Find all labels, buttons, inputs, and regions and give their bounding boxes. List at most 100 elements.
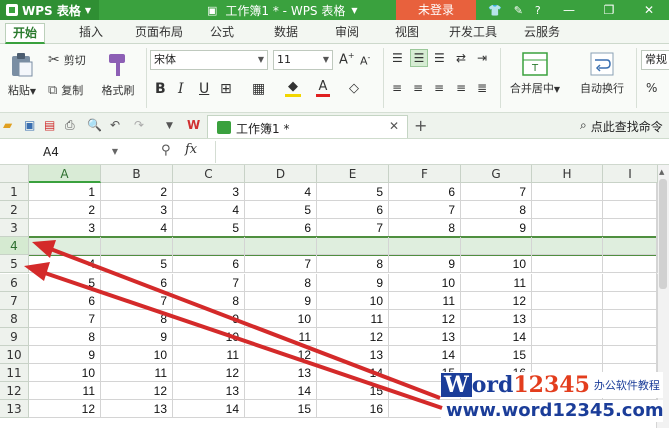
merge-center-button[interactable]: T 合并居中▼ bbox=[506, 52, 564, 96]
cell-f10[interactable]: 14 bbox=[389, 345, 461, 364]
cell-b2[interactable]: 3 bbox=[101, 201, 173, 220]
fx-icon[interactable]: fx bbox=[185, 142, 197, 157]
font-color-icon[interactable]: A bbox=[316, 79, 330, 97]
cell-d2[interactable]: 5 bbox=[245, 201, 317, 220]
row-header-7[interactable]: 7 bbox=[0, 291, 29, 310]
cell-b5[interactable]: 5 bbox=[101, 255, 173, 274]
row-header-11[interactable]: 11 bbox=[0, 364, 29, 383]
cell-g7[interactable]: 12 bbox=[461, 291, 532, 310]
cell-i3[interactable] bbox=[603, 219, 658, 238]
distribute-icon[interactable]: ≣ bbox=[477, 81, 487, 95]
tab-view[interactable]: 视图 bbox=[387, 23, 427, 44]
column-header-e[interactable]: E bbox=[317, 165, 389, 183]
close-icon[interactable]: ✕ bbox=[389, 119, 399, 133]
align-bottom-icon[interactable]: ☰ bbox=[434, 51, 445, 65]
cell-a12[interactable]: 11 bbox=[29, 382, 101, 401]
cell-b8[interactable]: 8 bbox=[101, 309, 173, 328]
cell-c5[interactable]: 6 bbox=[173, 255, 245, 274]
copy-button[interactable]: ⧉ 复制 bbox=[48, 82, 83, 98]
cell-h7[interactable] bbox=[532, 291, 603, 310]
restore-button[interactable]: ❐ bbox=[589, 0, 629, 20]
cell-d3[interactable]: 6 bbox=[245, 219, 317, 238]
italic-icon[interactable]: I bbox=[178, 81, 184, 97]
document-tab[interactable]: 工作簿1 * ✕ bbox=[207, 115, 408, 138]
redo-icon[interactable]: ↷ bbox=[134, 118, 144, 132]
fill-color-icon[interactable]: ◆ bbox=[285, 79, 301, 97]
cell-f5[interactable]: 9 bbox=[389, 255, 461, 274]
cell-c4[interactable] bbox=[173, 237, 245, 256]
cell-a4[interactable] bbox=[29, 237, 101, 256]
cell-f7[interactable]: 11 bbox=[389, 291, 461, 310]
percent-icon[interactable]: % bbox=[646, 81, 657, 95]
cell-e6[interactable]: 9 bbox=[317, 273, 389, 292]
cell-d9[interactable]: 11 bbox=[245, 327, 317, 346]
cell-a6[interactable]: 5 bbox=[29, 273, 101, 292]
column-header-d[interactable]: D bbox=[245, 165, 317, 183]
underline-icon[interactable]: U bbox=[199, 81, 209, 97]
help-icon[interactable]: ? bbox=[535, 4, 541, 17]
cell-i2[interactable] bbox=[603, 201, 658, 220]
increase-font-icon[interactable]: A+ bbox=[339, 51, 355, 67]
cell-g8[interactable]: 13 bbox=[461, 309, 532, 328]
select-all-corner[interactable] bbox=[0, 165, 29, 183]
row-header-10[interactable]: 10 bbox=[0, 345, 29, 364]
column-header-h[interactable]: H bbox=[532, 165, 603, 183]
cell-c1[interactable]: 3 bbox=[173, 183, 245, 202]
skin-icon[interactable]: 👕 bbox=[488, 4, 502, 17]
cell-i5[interactable] bbox=[603, 255, 658, 274]
font-name-select[interactable]: 宋体 ▼ bbox=[150, 50, 268, 70]
decrease-font-icon[interactable]: A- bbox=[360, 53, 370, 68]
cell-a11[interactable]: 10 bbox=[29, 364, 101, 383]
open-folder-icon[interactable]: ▰ bbox=[3, 118, 12, 132]
align-middle-icon[interactable]: ☰ bbox=[410, 49, 428, 67]
border-icon[interactable]: ⊞ bbox=[220, 81, 232, 97]
column-header-i[interactable]: I bbox=[603, 165, 658, 183]
cell-c9[interactable]: 10 bbox=[173, 327, 245, 346]
cell-a3[interactable]: 3 bbox=[29, 219, 101, 238]
tab-review[interactable]: 审阅 bbox=[327, 23, 367, 44]
bold-icon[interactable]: B bbox=[155, 81, 166, 97]
cell-h10[interactable] bbox=[532, 345, 603, 364]
cell-a2[interactable]: 2 bbox=[29, 201, 101, 220]
number-format-select[interactable]: 常规 bbox=[641, 50, 669, 70]
tab-cloud[interactable]: 云服务 bbox=[516, 23, 568, 44]
tab-page-layout[interactable]: 页面布局 bbox=[127, 23, 191, 44]
cell-b1[interactable]: 2 bbox=[101, 183, 173, 202]
row-header-9[interactable]: 9 bbox=[0, 327, 29, 346]
row-header-13[interactable]: 13 bbox=[0, 400, 29, 419]
cell-e12[interactable]: 15 bbox=[317, 382, 389, 401]
cell-d8[interactable]: 10 bbox=[245, 309, 317, 328]
orientation-icon[interactable]: ⇄ bbox=[456, 51, 466, 65]
cell-i8[interactable] bbox=[603, 309, 658, 328]
cell-c8[interactable]: 9 bbox=[173, 309, 245, 328]
add-tab-icon[interactable]: + bbox=[414, 116, 427, 135]
justify-icon[interactable]: ≡ bbox=[456, 81, 466, 95]
zoom-icon[interactable]: ⚲ bbox=[161, 143, 171, 158]
cell-g10[interactable]: 15 bbox=[461, 345, 532, 364]
cell-c3[interactable]: 5 bbox=[173, 219, 245, 238]
cell-a8[interactable]: 7 bbox=[29, 309, 101, 328]
cell-b7[interactable]: 7 bbox=[101, 291, 173, 310]
cell-f8[interactable]: 12 bbox=[389, 309, 461, 328]
font-size-select[interactable]: 11 ▼ bbox=[273, 50, 333, 70]
row-header-2[interactable]: 2 bbox=[0, 201, 29, 220]
cell-c11[interactable]: 12 bbox=[173, 364, 245, 383]
cell-f9[interactable]: 13 bbox=[389, 327, 461, 346]
cell-d6[interactable]: 8 bbox=[245, 273, 317, 292]
cell-e13[interactable]: 16 bbox=[317, 400, 389, 419]
cell-a9[interactable]: 8 bbox=[29, 327, 101, 346]
align-right-icon[interactable]: ≡ bbox=[434, 81, 444, 95]
cell-g5[interactable]: 10 bbox=[461, 255, 532, 274]
cell-d11[interactable]: 13 bbox=[245, 364, 317, 383]
column-header-g[interactable]: G bbox=[461, 165, 532, 183]
print-preview-icon[interactable]: 🔍 bbox=[87, 118, 102, 132]
indent-icon[interactable]: ⇥ bbox=[477, 51, 487, 65]
cell-f3[interactable]: 8 bbox=[389, 219, 461, 238]
cell-c12[interactable]: 13 bbox=[173, 382, 245, 401]
row-header-4[interactable]: 4 bbox=[0, 237, 29, 256]
cell-e10[interactable]: 13 bbox=[317, 345, 389, 364]
cell-b13[interactable]: 13 bbox=[101, 400, 173, 419]
cell-g1[interactable]: 7 bbox=[461, 183, 532, 202]
undo-icon[interactable]: ↶ bbox=[110, 118, 120, 132]
column-header-c[interactable]: C bbox=[173, 165, 245, 183]
